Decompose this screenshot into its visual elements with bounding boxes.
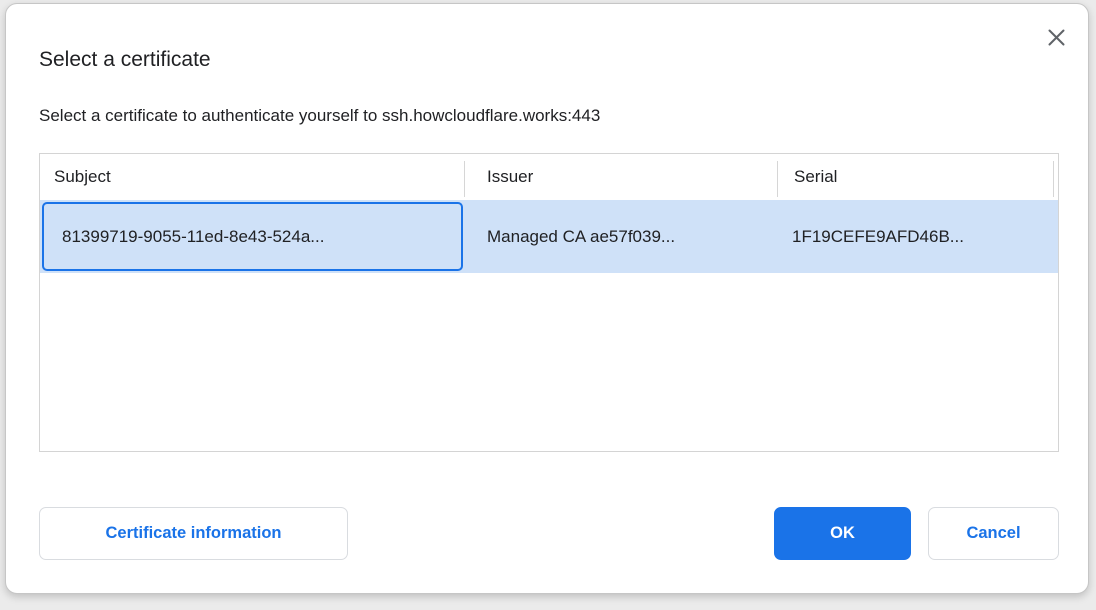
dialog-subtitle: Select a certificate to authenticate you… bbox=[39, 104, 600, 128]
cell-subject[interactable]: 81399719-9055-11ed-8e43-524a... bbox=[42, 202, 463, 271]
table-header: Subject Issuer Serial bbox=[40, 154, 1058, 200]
certificate-information-button[interactable]: Certificate information bbox=[39, 507, 348, 560]
column-header-subject[interactable]: Subject bbox=[40, 154, 465, 200]
column-header-issuer[interactable]: Issuer bbox=[465, 154, 778, 200]
certificate-row[interactable]: 81399719-9055-11ed-8e43-524a... Managed … bbox=[40, 200, 1058, 273]
certificate-table: Subject Issuer Serial 81399719-9055-11ed… bbox=[39, 153, 1059, 452]
close-button[interactable] bbox=[1037, 18, 1075, 56]
ok-button[interactable]: OK bbox=[774, 507, 911, 560]
certificate-select-dialog: Select a certificate Select a certificat… bbox=[5, 3, 1089, 594]
cell-serial[interactable]: 1F19CEFE9AFD46B... bbox=[778, 200, 1058, 273]
cell-issuer[interactable]: Managed CA ae57f039... bbox=[463, 200, 778, 273]
dialog-title: Select a certificate bbox=[39, 46, 211, 74]
column-header-serial[interactable]: Serial bbox=[778, 154, 1054, 200]
close-icon bbox=[1047, 28, 1066, 47]
cancel-button[interactable]: Cancel bbox=[928, 507, 1059, 560]
header-scrollbar-gutter bbox=[1054, 154, 1058, 200]
